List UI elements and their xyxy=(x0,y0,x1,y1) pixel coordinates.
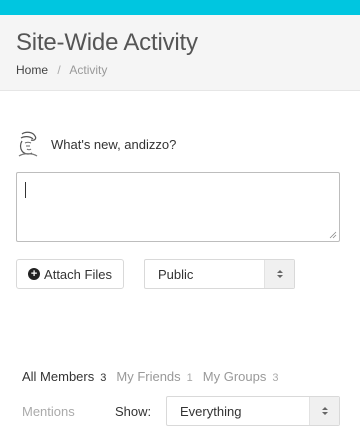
avatar[interactable] xyxy=(16,130,40,158)
tab-label: My Friends xyxy=(116,369,181,384)
text-cursor xyxy=(25,182,26,198)
status-textarea[interactable] xyxy=(16,172,340,242)
tab-my-friends[interactable]: My Friends 1 xyxy=(116,369,192,384)
whats-new-row: What's new, andizzo? xyxy=(16,130,176,158)
show-filter-select[interactable]: Everything xyxy=(166,396,340,426)
sort-arrows-icon xyxy=(309,397,339,425)
privacy-select-value: Public xyxy=(158,267,194,282)
tab-mentions[interactable]: Mentions xyxy=(22,404,75,419)
sort-arrows-icon xyxy=(264,260,294,288)
page-header: Site-Wide Activity Home / Activity xyxy=(0,15,360,91)
top-accent-bar xyxy=(0,0,360,15)
show-filter-value: Everything xyxy=(180,404,242,419)
tab-label: All Members xyxy=(22,369,95,384)
tab-label: My Groups xyxy=(202,369,267,384)
breadcrumb-separator: / xyxy=(57,63,61,77)
attach-files-button[interactable]: + Attach Files xyxy=(16,259,124,289)
privacy-select[interactable]: Public xyxy=(144,259,295,289)
tab-count: 1 xyxy=(186,372,193,384)
attach-files-label: Attach Files xyxy=(44,266,112,282)
resize-grip-icon[interactable] xyxy=(329,231,337,239)
page-title: Site-Wide Activity xyxy=(16,29,198,56)
tab-my-groups[interactable]: My Groups 3 xyxy=(203,369,279,384)
tab-count: 3 xyxy=(272,372,279,384)
breadcrumb-home-link[interactable]: Home xyxy=(16,63,48,77)
activity-filter-tabs: All Members 3 My Friends 1 My Groups 3 xyxy=(22,369,289,384)
breadcrumb-current: Activity xyxy=(69,63,108,77)
whats-new-prompt: What's new, andizzo? xyxy=(51,136,177,152)
breadcrumb: Home / Activity xyxy=(16,63,107,77)
plus-circle-icon: + xyxy=(28,268,41,280)
tab-all-members[interactable]: All Members 3 xyxy=(22,369,106,384)
tab-count: 3 xyxy=(100,372,107,384)
show-filter-label: Show: xyxy=(115,404,152,419)
